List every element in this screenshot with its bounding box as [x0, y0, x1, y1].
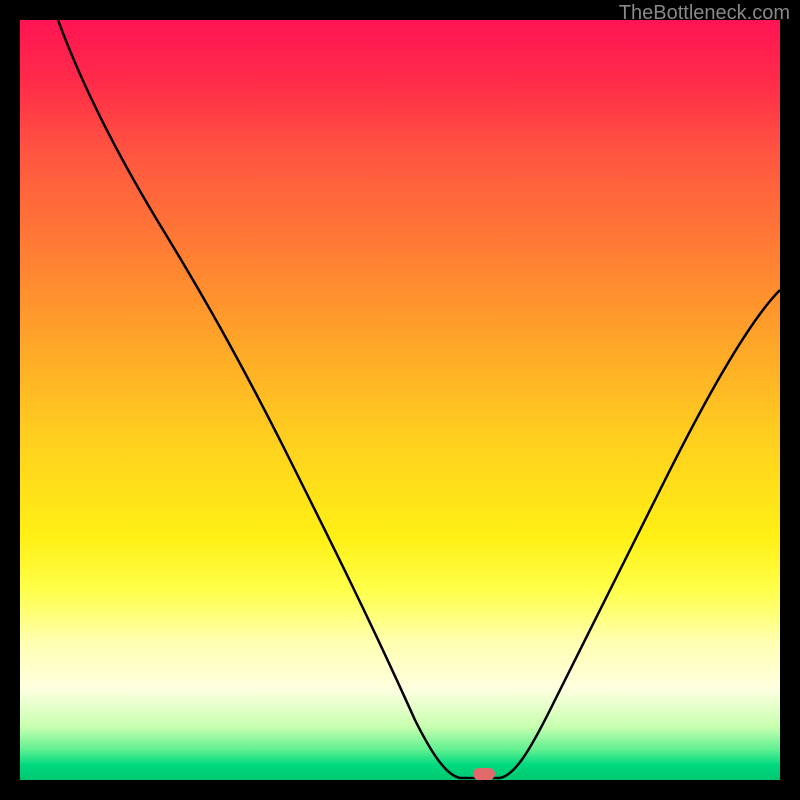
bottleneck-curve-path	[58, 20, 780, 778]
chart-plot-area	[20, 20, 780, 780]
optimal-point-marker	[473, 768, 495, 780]
watermark-text: TheBottleneck.com	[619, 2, 790, 25]
chart-curve-svg	[20, 20, 780, 780]
